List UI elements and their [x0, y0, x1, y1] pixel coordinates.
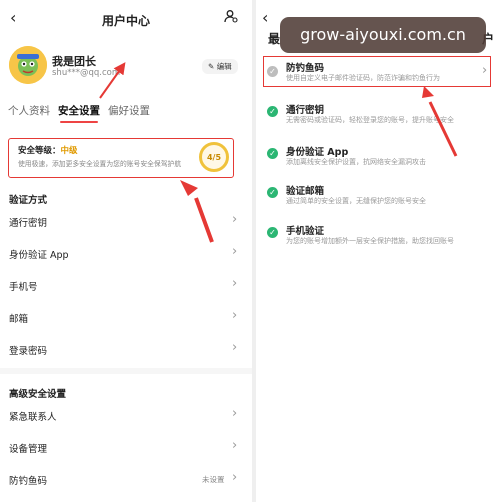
arrow-tail	[428, 101, 458, 157]
right-screen: ‹ 最 户 grow-aiyouxi.com.cn ✓ 防钓鱼码 使用自定义电子…	[256, 0, 500, 502]
annotation-arrow-right	[422, 86, 458, 157]
arrow-to-profile	[99, 62, 126, 99]
arrow-tail	[194, 197, 214, 243]
arrow-head	[422, 86, 434, 98]
arrow-head	[180, 180, 198, 196]
left-screen: ‹ 用户中心 我是团长 shu***@qq.com ✎ 编辑 个人资料 安全设置…	[0, 0, 252, 502]
annotation-arrows-left	[99, 62, 214, 243]
